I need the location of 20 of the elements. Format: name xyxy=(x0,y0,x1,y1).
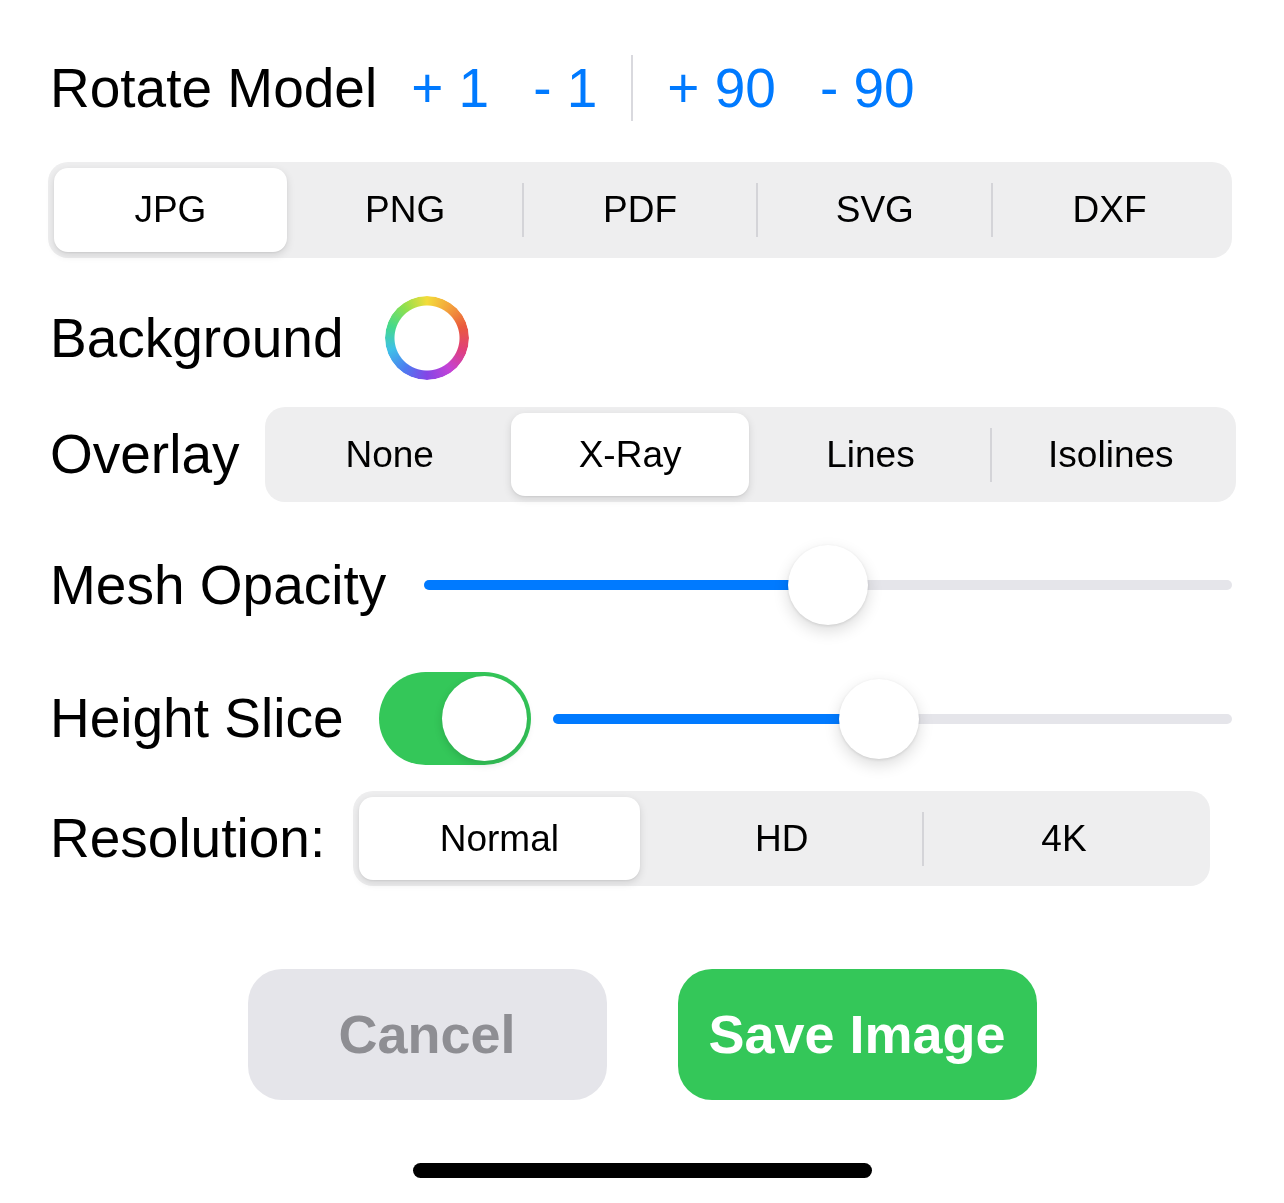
format-tab[interactable]: DXF xyxy=(993,168,1226,252)
format-tab[interactable]: SVG xyxy=(758,168,992,252)
resolution-tab[interactable]: Normal xyxy=(359,797,640,880)
rotate-button[interactable]: + 1 xyxy=(411,60,490,116)
format-tab[interactable]: JPG xyxy=(54,168,287,252)
overlay-tab[interactable]: Isolines xyxy=(991,413,1230,496)
format-tab[interactable]: PDF xyxy=(523,168,757,252)
overlay-tab[interactable]: X-Ray xyxy=(510,413,750,496)
opacity-slider[interactable] xyxy=(424,545,1232,625)
rotate-model-label: Rotate Model xyxy=(50,60,378,116)
height-slider[interactable] xyxy=(553,678,1232,759)
rotate-button[interactable]: - 90 xyxy=(819,60,915,116)
resolution-label: Resolution: xyxy=(50,811,326,866)
format-tab[interactable]: PNG xyxy=(288,168,522,252)
rotate-button[interactable]: + 90 xyxy=(667,60,776,116)
rotate-button[interactable]: - 1 xyxy=(533,60,598,116)
overlay-tab[interactable]: Lines xyxy=(751,413,990,496)
resolution-tab[interactable]: 4K xyxy=(923,797,1205,880)
overlay-tab[interactable]: None xyxy=(270,413,509,496)
resolution-tab[interactable]: HD xyxy=(641,797,922,880)
